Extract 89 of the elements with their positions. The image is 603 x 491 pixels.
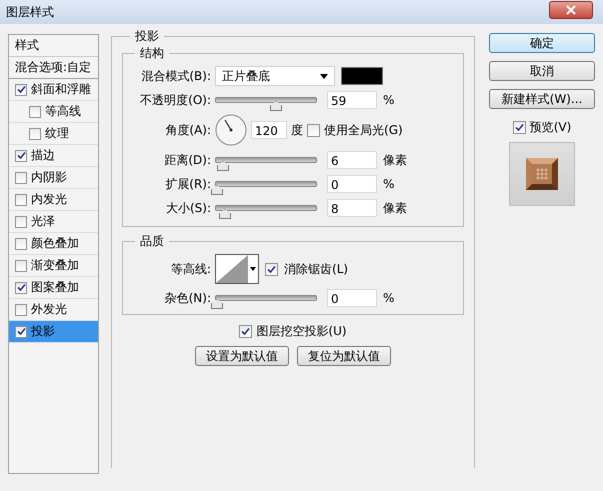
default-button[interactable]: 复位为默认值 xyxy=(297,346,391,366)
group-title: 结构 xyxy=(139,45,166,62)
style-label: 内发光 xyxy=(31,191,67,208)
field-label: 等高线: xyxy=(170,260,212,278)
checkbox[interactable] xyxy=(15,238,27,250)
style-item[interactable]: 等高线 xyxy=(9,101,98,123)
action-button[interactable]: 取消 xyxy=(489,61,595,81)
style-item[interactable]: 内阴影 xyxy=(9,167,98,189)
blend-mode-dropdown[interactable]: 正片叠底 xyxy=(215,66,336,86)
checkbox[interactable] xyxy=(15,326,27,338)
color-swatch[interactable] xyxy=(341,67,384,85)
checkbox-label: 图层挖空投影(U) xyxy=(256,323,347,340)
checkbox[interactable] xyxy=(15,282,27,294)
style-item[interactable]: 光泽 xyxy=(9,211,98,233)
style-label: 渐变叠加 xyxy=(31,257,79,274)
field-label: 扩展(R): xyxy=(164,176,212,192)
style-label: 图案叠加 xyxy=(31,279,79,296)
checkbox[interactable] xyxy=(512,121,526,134)
unit-label: 像素 xyxy=(383,152,408,168)
unit-label: 度 xyxy=(291,122,304,138)
input-field[interactable]: 8 xyxy=(327,199,378,217)
field-label: 不透明度(O): xyxy=(139,92,212,108)
checkbox[interactable] xyxy=(29,128,41,140)
checkbox[interactable] xyxy=(15,194,27,206)
group-title: 投影 xyxy=(134,28,160,45)
checkbox-label: 消除锯齿(L) xyxy=(284,260,348,278)
list-header: 样式 xyxy=(9,35,98,57)
unit-label: % xyxy=(383,93,394,107)
checkbox[interactable] xyxy=(15,260,27,272)
blend-options-item[interactable]: 混合选项:自定 xyxy=(9,57,98,79)
caret-icon xyxy=(320,74,328,78)
checkbox[interactable] xyxy=(15,216,27,228)
close-icon xyxy=(566,5,576,15)
slider-thumb[interactable] xyxy=(219,209,232,219)
checkbox[interactable] xyxy=(15,84,27,96)
style-label: 颜色叠加 xyxy=(31,235,79,252)
contour-picker[interactable] xyxy=(215,254,260,284)
checkbox[interactable] xyxy=(239,325,252,338)
checkbox-label: 预览(V) xyxy=(530,119,572,136)
group-title: 品质 xyxy=(139,233,166,250)
style-item[interactable]: 投影 xyxy=(9,321,98,343)
style-item[interactable]: 图案叠加 xyxy=(9,277,98,299)
style-label: 内阴影 xyxy=(31,169,67,186)
close-button[interactable] xyxy=(549,1,593,19)
unit-label: 像素 xyxy=(383,200,408,216)
field-label: 距离(D): xyxy=(163,152,212,168)
checkbox[interactable] xyxy=(307,124,320,136)
unit-label: % xyxy=(383,291,394,305)
checkbox-label: 使用全局光(G) xyxy=(324,122,403,138)
style-label: 等高线 xyxy=(45,103,81,120)
slider-thumb[interactable] xyxy=(211,185,224,195)
checkbox[interactable] xyxy=(15,172,27,184)
input-field[interactable]: 59 xyxy=(327,91,378,109)
field-label: 角度(A): xyxy=(164,122,212,138)
checkbox[interactable] xyxy=(15,304,27,316)
field-label: 杂色(N): xyxy=(164,290,212,306)
input-field[interactable]: 6 xyxy=(327,151,378,169)
checkbox[interactable] xyxy=(265,262,278,276)
style-label: 描边 xyxy=(31,147,55,164)
input-field[interactable]: 0 xyxy=(327,289,378,307)
input-field[interactable]: 0 xyxy=(327,175,378,193)
checkbox[interactable] xyxy=(29,106,41,118)
input-field[interactable]: 120 xyxy=(251,121,288,139)
style-item[interactable]: 纹理 xyxy=(9,123,98,145)
window-title: 图层样式 xyxy=(6,4,54,20)
style-item[interactable]: 渐变叠加 xyxy=(9,255,98,277)
slider-thumb[interactable] xyxy=(270,101,282,111)
style-label: 投影 xyxy=(31,323,55,340)
contour-curve-icon xyxy=(216,255,248,283)
style-label: 斜面和浮雕 xyxy=(31,81,91,98)
style-label: 纹理 xyxy=(45,125,69,142)
action-button[interactable]: 新建样式(W)... xyxy=(489,89,595,109)
style-label: 光泽 xyxy=(31,213,55,230)
style-label: 外发光 xyxy=(31,301,67,318)
caret-icon xyxy=(250,267,256,271)
slider-thumb[interactable] xyxy=(211,299,224,309)
default-button[interactable]: 设置为默认值 xyxy=(195,346,289,366)
slider-thumb[interactable] xyxy=(217,161,230,171)
field-label: 混合模式(B): xyxy=(140,68,212,84)
tile-preview-icon xyxy=(524,156,560,192)
checkbox[interactable] xyxy=(15,150,27,162)
style-item[interactable]: 斜面和浮雕 xyxy=(9,79,98,101)
action-button[interactable]: 确定 xyxy=(489,33,595,53)
style-item[interactable]: 内发光 xyxy=(9,189,98,211)
unit-label: % xyxy=(383,177,394,191)
style-item[interactable]: 颜色叠加 xyxy=(9,233,98,255)
style-item[interactable]: 描边 xyxy=(9,145,98,167)
field-label: 大小(S): xyxy=(164,200,212,216)
angle-dial-icon[interactable] xyxy=(215,114,248,146)
